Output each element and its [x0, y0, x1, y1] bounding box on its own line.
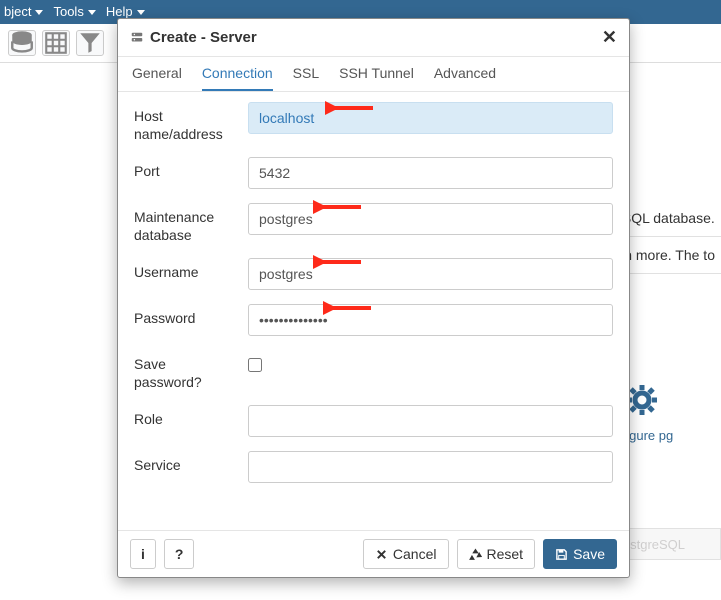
- menubar-label: bject: [4, 0, 31, 24]
- username-label: Username: [134, 258, 234, 282]
- reset-label: Reset: [487, 546, 524, 562]
- service-label: Service: [134, 451, 234, 475]
- dialog-tabs: General Connection SSL SSH Tunnel Advanc…: [118, 57, 629, 92]
- chevron-down-icon: [35, 10, 43, 15]
- cancel-label: Cancel: [393, 546, 437, 562]
- chevron-down-icon: [88, 10, 96, 15]
- create-server-dialog: Create - Server ✕ General Connection SSL…: [117, 18, 630, 578]
- info-button[interactable]: i: [130, 539, 156, 569]
- save-label: Save: [573, 546, 605, 562]
- host-label: Host name/address: [134, 102, 234, 143]
- save-button[interactable]: Save: [543, 539, 617, 569]
- dialog-header: Create - Server ✕: [118, 19, 629, 57]
- port-label: Port: [134, 157, 234, 181]
- save-password-checkbox[interactable]: [248, 358, 262, 372]
- dialog-title: Create - Server: [150, 29, 257, 46]
- database-icon: [9, 30, 35, 56]
- menubar-item-object[interactable]: bject: [4, 0, 43, 24]
- recycle-icon: [469, 548, 482, 561]
- save-password-label: Save password?: [134, 350, 234, 391]
- grid-icon: [43, 30, 69, 56]
- server-icon: [130, 31, 144, 45]
- username-input[interactable]: [248, 258, 613, 290]
- password-input[interactable]: [248, 304, 613, 336]
- toolbar-button-3[interactable]: [76, 30, 104, 56]
- save-icon: [555, 548, 568, 561]
- service-input[interactable]: [248, 451, 613, 483]
- info-icon: i: [141, 546, 145, 562]
- tab-ssh-tunnel[interactable]: SSH Tunnel: [339, 65, 414, 91]
- help-button[interactable]: ?: [164, 539, 195, 569]
- port-input[interactable]: [248, 157, 613, 189]
- maintenance-db-label: Maintenance database: [134, 203, 234, 244]
- dialog-body: Host name/address Port Maintenance datab…: [118, 92, 629, 530]
- tab-advanced[interactable]: Advanced: [434, 65, 496, 91]
- tab-ssl[interactable]: SSL: [293, 65, 319, 91]
- tab-connection[interactable]: Connection: [202, 65, 273, 91]
- tab-general[interactable]: General: [132, 65, 182, 91]
- host-input[interactable]: [248, 102, 613, 134]
- password-label: Password: [134, 304, 234, 328]
- x-icon: [375, 548, 388, 561]
- dialog-footer: i ? Cancel Reset Save: [118, 530, 629, 577]
- menubar-item-tools[interactable]: Tools: [53, 0, 95, 24]
- maintenance-db-input[interactable]: [248, 203, 613, 235]
- filter-icon: [77, 30, 103, 56]
- role-label: Role: [134, 405, 234, 429]
- toolbar-button-1[interactable]: [8, 30, 36, 56]
- role-input[interactable]: [248, 405, 613, 437]
- question-icon: ?: [175, 546, 184, 562]
- reset-button[interactable]: Reset: [457, 539, 536, 569]
- chevron-down-icon: [137, 10, 145, 15]
- close-button[interactable]: ✕: [602, 27, 617, 48]
- cancel-button[interactable]: Cancel: [363, 539, 449, 569]
- toolbar-button-2[interactable]: [42, 30, 70, 56]
- menubar-label: Tools: [53, 0, 83, 24]
